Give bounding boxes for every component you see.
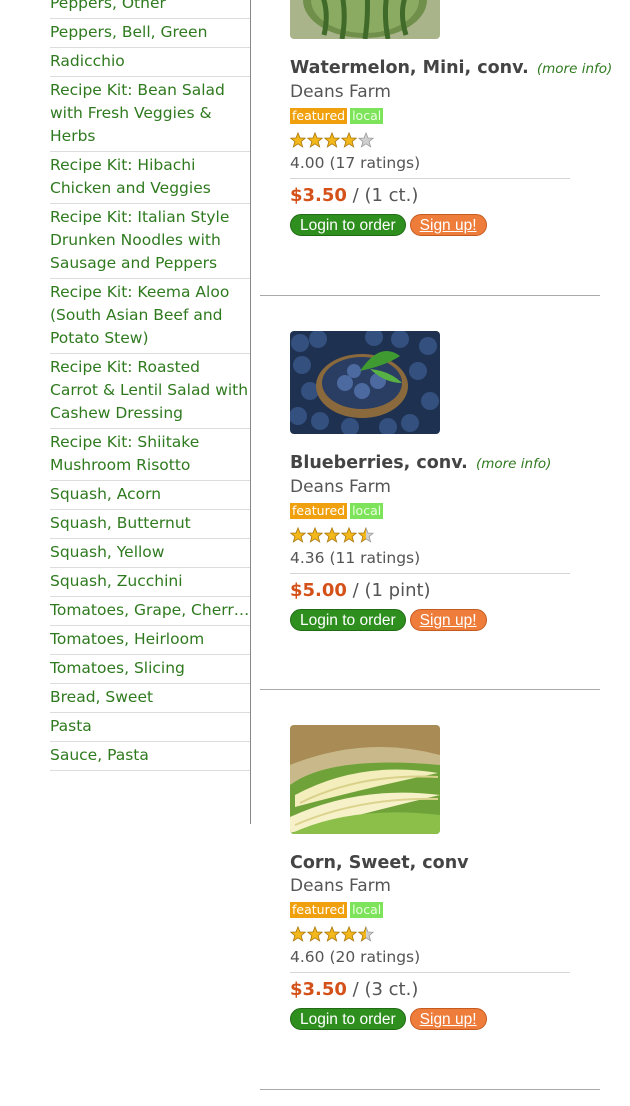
login-to-order-button[interactable]: Login to order	[290, 214, 406, 236]
category-link[interactable]: Squash, Yellow	[50, 539, 250, 568]
category-link[interactable]: Recipe Kit: Shiitake Mushroom Risotto	[50, 429, 250, 481]
product-title-row: Corn, Sweet, conv	[290, 852, 580, 874]
category-link[interactable]: Recipe Kit: Hibachi Chicken and Veggies	[50, 152, 250, 204]
product-name[interactable]: Corn, Sweet, conv	[290, 853, 469, 873]
product-price: $5.00	[290, 580, 347, 601]
star-rating	[290, 132, 580, 150]
category-link[interactable]: Squash, Zucchini	[50, 568, 250, 597]
product-card: Watermelon, Mini, conv. (more info) Dean…	[290, 0, 612, 238]
category-link[interactable]: Squash, Butternut	[50, 510, 250, 539]
category-link[interactable]: Squash, Acorn	[50, 481, 250, 510]
star-full-icon	[324, 926, 340, 942]
star-full-icon	[307, 132, 323, 148]
featured-badge: featured	[290, 503, 348, 519]
star-full-icon	[324, 527, 340, 543]
featured-badge: featured	[290, 108, 348, 124]
star-full-icon	[290, 527, 306, 543]
category-sidebar: Peppers, Other Peppers, Bell, Green Radi…	[50, 0, 251, 824]
category-link[interactable]: Recipe Kit: Roasted Carrot & Lentil Sala…	[50, 354, 250, 429]
product-price: $3.50	[290, 185, 347, 206]
star-empty-icon	[358, 132, 374, 148]
product-card: Blueberries, conv. (more info) Deans Far…	[290, 331, 580, 633]
category-link[interactable]: Recipe Kit: Bean Salad with Fresh Veggie…	[50, 77, 250, 152]
local-badge: local	[350, 108, 384, 124]
category-link[interactable]: Peppers, Bell, Green	[50, 19, 250, 48]
category-link[interactable]: Recipe Kit: Keema Aloo (South Asian Beef…	[50, 279, 250, 354]
star-half-icon	[358, 926, 374, 942]
product-price: $3.50	[290, 979, 347, 1000]
price-row: $3.50 / (1 ct.)	[290, 178, 570, 208]
featured-badge: featured	[290, 902, 348, 918]
category-link[interactable]: Pasta	[50, 713, 250, 742]
product-tags: featured local	[290, 108, 580, 126]
login-to-order-button[interactable]: Login to order	[290, 609, 406, 631]
category-link[interactable]: Tomatoes, Grape, Cherry…	[50, 597, 250, 626]
star-full-icon	[324, 132, 340, 148]
category-link[interactable]: Recipe Kit: Italian Style Drunken Noodle…	[50, 204, 250, 279]
product-name[interactable]: Blueberries, conv.	[290, 453, 468, 473]
product-image[interactable]	[290, 725, 440, 834]
category-link[interactable]: Peppers, Other	[50, 0, 250, 19]
product-tags: featured local	[290, 902, 580, 920]
product-card: Corn, Sweet, conv Deans Farm featured loc…	[290, 725, 580, 1032]
more-info-link[interactable]: (more info)	[537, 61, 612, 77]
farm-name[interactable]: Deans Farm	[290, 80, 580, 104]
product-title-row: Watermelon, Mini, conv. (more info)	[290, 57, 612, 80]
farm-name[interactable]: Deans Farm	[290, 874, 580, 898]
price-row: $3.50 / (3 ct.)	[290, 972, 570, 1002]
star-rating	[290, 926, 580, 944]
category-link[interactable]: Tomatoes, Heirloom	[50, 626, 250, 655]
product-unit: / (1 ct.)	[352, 185, 419, 206]
star-full-icon	[307, 926, 323, 942]
product-actions: Login to order Sign up!	[290, 609, 580, 633]
category-link[interactable]: Bread, Sweet	[50, 684, 250, 713]
product-image[interactable]	[290, 331, 440, 434]
product-divider	[260, 689, 600, 690]
product-image[interactable]	[290, 0, 440, 39]
category-list: Peppers, Other Peppers, Bell, Green Radi…	[50, 0, 250, 771]
sign-up-button[interactable]: Sign up!	[409, 214, 487, 236]
product-divider	[260, 1089, 600, 1090]
more-info-link[interactable]: (more info)	[476, 456, 551, 472]
rating-summary: 4.36 (11 ratings)	[290, 549, 421, 567]
product-divider	[260, 295, 600, 296]
star-full-icon	[290, 132, 306, 148]
product-unit: / (1 pint)	[352, 580, 431, 601]
product-actions: Login to order Sign up!	[290, 214, 580, 238]
farm-name[interactable]: Deans Farm	[290, 475, 580, 499]
star-full-icon	[290, 926, 306, 942]
star-full-icon	[341, 132, 357, 148]
star-full-icon	[307, 527, 323, 543]
star-half-icon	[358, 527, 374, 543]
price-row: $5.00 / (1 pint)	[290, 573, 570, 603]
product-name[interactable]: Watermelon, Mini, conv.	[290, 58, 529, 78]
star-rating	[290, 527, 580, 545]
rating-summary: 4.60 (20 ratings)	[290, 948, 421, 966]
sign-up-button[interactable]: Sign up!	[409, 1008, 487, 1030]
login-to-order-button[interactable]: Login to order	[290, 1008, 406, 1030]
star-full-icon	[341, 926, 357, 942]
product-title-row: Blueberries, conv. (more info)	[290, 452, 580, 475]
sign-up-button[interactable]: Sign up!	[409, 609, 487, 631]
category-link[interactable]: Tomatoes, Slicing	[50, 655, 250, 684]
local-badge: local	[350, 902, 384, 918]
category-link[interactable]: Sauce, Pasta	[50, 742, 250, 771]
local-badge: local	[350, 503, 384, 519]
product-tags: featured local	[290, 503, 580, 521]
rating-summary: 4.00 (17 ratings)	[290, 154, 421, 172]
star-full-icon	[341, 527, 357, 543]
product-unit: / (3 ct.)	[352, 979, 419, 1000]
product-actions: Login to order Sign up!	[290, 1008, 580, 1032]
category-link[interactable]: Radicchio	[50, 48, 250, 77]
